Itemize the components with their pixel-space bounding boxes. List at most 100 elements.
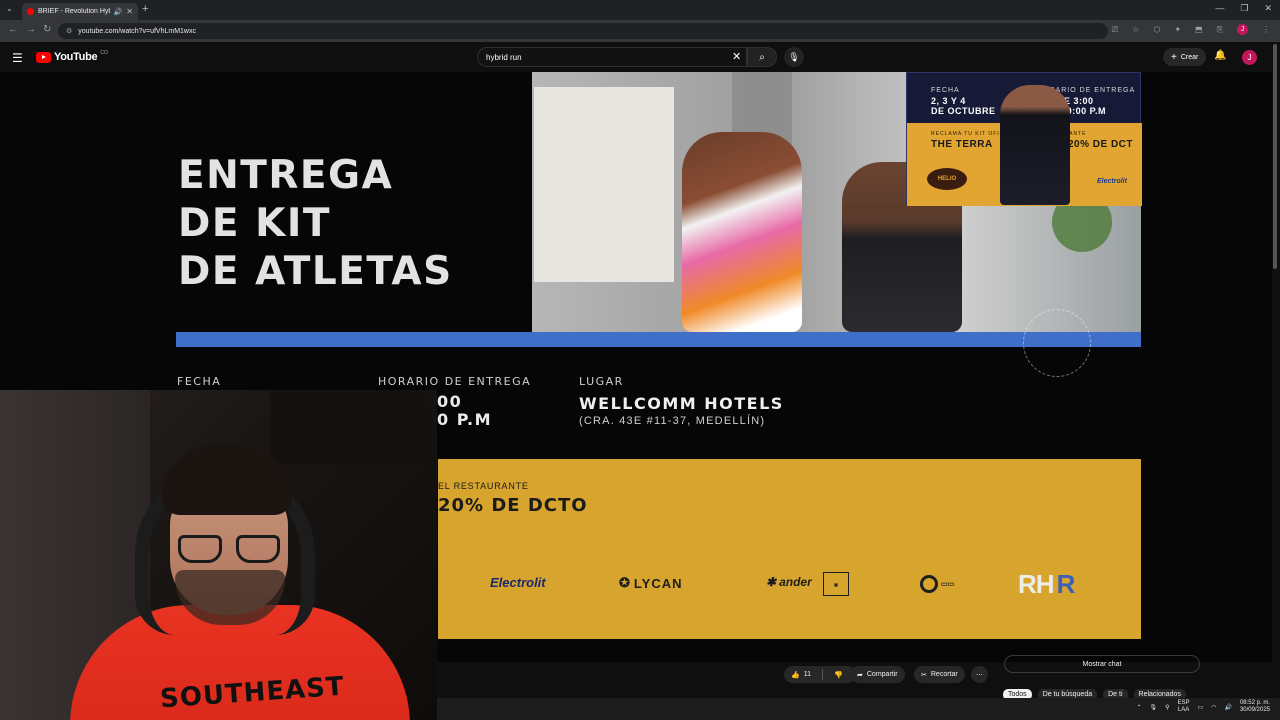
- install-app-icon[interactable]: ⎚: [1112, 25, 1118, 35]
- ander-mark-icon: ✱: [766, 575, 777, 589]
- inset-fecha-label: FECHA: [931, 87, 960, 94]
- youtube-logo[interactable]: YouTube CO: [36, 50, 108, 63]
- glasses: [178, 535, 282, 565]
- like-divider: [822, 669, 823, 680]
- clip-button[interactable]: ✂ Recortar: [914, 666, 965, 683]
- lugar-label: LUGAR: [579, 375, 624, 388]
- sponsor-medellin-seal-logo: ▦: [823, 572, 849, 596]
- presenter-person: [1000, 85, 1070, 205]
- toolbar-icons: ⎚ ☆ ⬡ ✦ ⬒ ⎘ J ⋮: [1112, 24, 1270, 35]
- blue-divider: [176, 332, 1141, 347]
- system-tray: ⌃ 🎙 ⚲ ESP LAA ▭ ◠ 🔊 08:52 p. m. 30/09/20…: [1136, 700, 1270, 714]
- puzzle-icon[interactable]: ✦: [1174, 25, 1181, 34]
- youtube-play-icon: [36, 51, 51, 63]
- sponsor-rhr-logo: RH R: [1018, 569, 1075, 600]
- horario-value: 00 0 P.M: [437, 393, 492, 429]
- browser-tab-bar: ⌄ BRIEF - Revolution Hybrid 🔊 ✕ + — ❐ ✕: [0, 0, 1280, 20]
- tab-title: BRIEF - Revolution Hybrid: [38, 8, 110, 15]
- youtube-header: ☰ YouTube CO hybrid run ✕ ⌕ 🎙 + Crear 🔔 …: [0, 42, 1280, 72]
- search-icon: ⌕: [759, 51, 765, 63]
- tab-list-chevron-icon[interactable]: ⌄: [6, 4, 13, 13]
- clip-label: Recortar: [930, 671, 958, 678]
- profile-avatar[interactable]: J: [1237, 24, 1248, 35]
- presenter-inset-video: FECHA 2, 3 Y 4 DE OCTUBRE HORARIO DE ENT…: [906, 72, 1142, 206]
- clock-date: 30/09/2025: [1239, 707, 1270, 713]
- close-window-icon[interactable]: ✕: [1264, 3, 1272, 14]
- forward-icon[interactable]: →: [26, 24, 36, 35]
- keyboard-language[interactable]: ESP LAA: [1178, 700, 1190, 714]
- background-shelf: [270, 390, 430, 465]
- sponsor-ander-logo: ✱ ander: [766, 575, 812, 589]
- window-controls: — ❐ ✕: [1215, 3, 1272, 14]
- truck-shape: [534, 87, 674, 282]
- close-tab-icon[interactable]: ✕: [126, 7, 133, 16]
- address-bar[interactable]: ⚙ youtube.com/watch?v=ufVhLmM1wxc: [58, 23, 1108, 39]
- share-button[interactable]: ➦ Compartir: [850, 666, 905, 683]
- voice-search-button[interactable]: 🎙: [784, 47, 804, 67]
- tab-search-icon[interactable]: ⎘: [1217, 25, 1223, 35]
- plus-icon: +: [1171, 51, 1177, 63]
- clear-search-icon[interactable]: ✕: [732, 50, 741, 63]
- more-actions-button[interactable]: ⋯: [971, 666, 988, 683]
- speaker-icon[interactable]: 🔊: [114, 8, 123, 16]
- fecha-label: FECHA: [177, 375, 222, 388]
- extension-icon[interactable]: ⬡: [1153, 25, 1160, 34]
- inset-fecha-value: DE OCTUBRE: [931, 106, 996, 116]
- tray-chevron-icon[interactable]: ⌃: [1136, 704, 1141, 711]
- scissors-icon: ✂: [921, 671, 927, 679]
- create-button[interactable]: + Crear: [1163, 48, 1207, 66]
- share-label: Compartir: [866, 671, 898, 678]
- lycan-wordmark: LYCAN: [633, 575, 683, 591]
- create-label: Crear: [1180, 53, 1199, 61]
- downloads-icon[interactable]: ⬒: [1195, 25, 1203, 34]
- sponsor-rolinho-logo: ▭▭: [920, 575, 954, 593]
- show-chat-button[interactable]: Mostrar chat: [1004, 655, 1200, 673]
- like-button[interactable]: 👍 11: [784, 666, 818, 683]
- rolinho-ring-icon: [920, 575, 938, 593]
- promo-small-text: EL RESTAURANTE: [438, 481, 529, 491]
- share-arrow-icon: ➦: [857, 671, 863, 679]
- promo-discount-text: 20% DE DCTO: [438, 495, 588, 516]
- sponsor-electrolit-logo: Electrolit: [490, 575, 546, 590]
- browser-tab[interactable]: BRIEF - Revolution Hybrid 🔊 ✕: [22, 3, 138, 20]
- menu-icon[interactable]: ☰: [12, 51, 23, 65]
- horario-label: HORARIO DE ENTREGA: [378, 375, 532, 388]
- search-button[interactable]: ⌕: [747, 47, 777, 67]
- sponsor-panel: EL RESTAURANTE 20% DE DCTO Electrolit ✪ …: [438, 459, 1141, 639]
- search-input[interactable]: hybrid run: [477, 47, 747, 67]
- horario-fragment: 00: [437, 392, 463, 411]
- browser-menu-icon[interactable]: ⋮: [1262, 25, 1270, 34]
- notifications-bell-icon[interactable]: 🔔: [1214, 50, 1226, 61]
- volume-icon[interactable]: 🔊: [1224, 704, 1231, 711]
- microphone-icon: 🎙: [788, 51, 800, 62]
- page-scrollbar[interactable]: [1273, 44, 1277, 269]
- dislike-button[interactable]: 👎: [827, 666, 850, 683]
- new-tab-icon[interactable]: +: [142, 3, 148, 15]
- mic-tray-icon[interactable]: 🎙: [1150, 704, 1158, 711]
- lycan-badge-icon: ✪: [619, 575, 631, 590]
- url-text[interactable]: youtube.com/watch?v=ufVhLmM1wxc: [78, 28, 196, 35]
- back-icon[interactable]: ←: [8, 24, 18, 35]
- usb-tray-icon[interactable]: ⚲: [1165, 704, 1169, 711]
- account-avatar[interactable]: J: [1242, 50, 1257, 65]
- bookmark-star-icon[interactable]: ☆: [1132, 25, 1139, 34]
- inset-promo-big: THE TERRA: [931, 139, 993, 150]
- wifi-icon[interactable]: ◠: [1211, 704, 1216, 711]
- youtube-favicon-icon: [27, 8, 34, 15]
- headline-line: ENTREGA: [178, 153, 394, 198]
- browser-toolbar: ← → ↻ ⚙ youtube.com/watch?v=ufVhLmM1wxc …: [0, 20, 1280, 42]
- search-value: hybrid run: [486, 52, 522, 62]
- like-count: 11: [803, 671, 811, 678]
- maximize-icon[interactable]: ❐: [1240, 3, 1248, 14]
- lang-line: LAA: [1177, 707, 1190, 713]
- display-icon[interactable]: ▭: [1198, 704, 1204, 711]
- rolinho-plate-icon: ▭▭: [941, 581, 955, 588]
- minimize-icon[interactable]: —: [1215, 3, 1224, 14]
- reload-icon[interactable]: ↻: [43, 24, 51, 35]
- system-clock[interactable]: 08:52 p. m. 30/09/2025: [1240, 700, 1270, 714]
- like-dislike-group: 👍 11 👎: [784, 666, 856, 683]
- runner-male: [682, 132, 802, 332]
- headline-line: DE ATLETAS: [178, 249, 453, 294]
- fitness-stamp-seal: [1023, 309, 1091, 377]
- site-info-icon[interactable]: ⚙: [66, 27, 72, 35]
